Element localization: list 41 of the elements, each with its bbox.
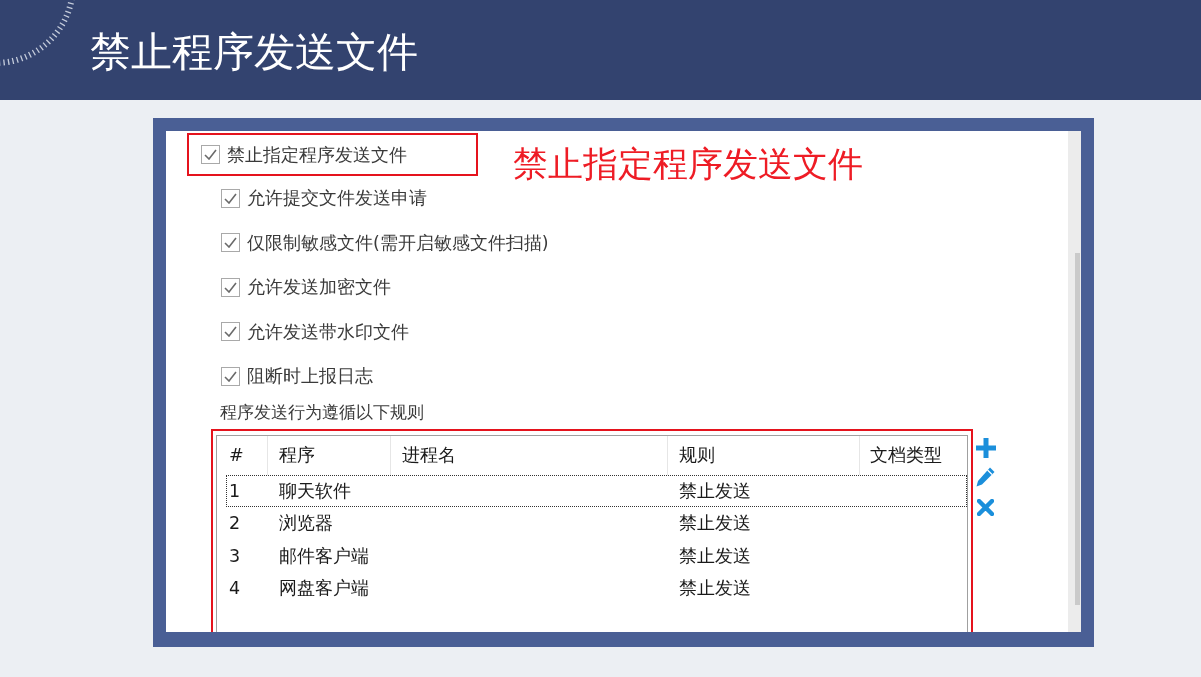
table-cell-text: 禁止发送 [678, 577, 752, 601]
checkbox-label: 允许发送加密文件 [247, 276, 391, 299]
checkbox-label: 允许提交文件发送申请 [247, 187, 427, 210]
checkbox[interactable] [221, 366, 240, 386]
checkbox[interactable] [201, 145, 220, 164]
checkbox-label: 禁止指定程序发送文件 [227, 143, 407, 166]
checkbox[interactable] [221, 233, 240, 253]
checkbox[interactable] [221, 277, 240, 297]
table-row[interactable]: 1 聊天软件 禁止发送 [226, 474, 967, 507]
table-row[interactable]: 3 邮件客户端 禁止发送 [226, 539, 967, 572]
table-cell-text: 禁止发送 [678, 479, 752, 503]
column-header[interactable]: 进程名 [391, 435, 668, 475]
table-cell-text: 2 [228, 512, 242, 536]
checkbox[interactable] [221, 322, 240, 342]
table-cell-text: 邮件客户端 [278, 544, 370, 568]
column-header[interactable]: 规则 [668, 435, 860, 475]
table-cell-text: 禁止发送 [678, 544, 752, 568]
scrollbar[interactable] [1068, 131, 1081, 632]
table-cell-text: 网盘客户端 [278, 577, 370, 601]
table-row[interactable]: 4 网盘客户端 禁止发送 [226, 572, 967, 605]
scrollbar-thumb[interactable] [1075, 253, 1080, 605]
column-header[interactable]: # [217, 435, 268, 475]
section-caption: 程序发送行为遵循以下规则 [220, 401, 424, 423]
table-cell-text: 4 [228, 577, 242, 601]
table-cell-text: 禁止发送 [678, 512, 752, 536]
plus-icon[interactable] [976, 437, 996, 458]
column-header[interactable]: 程序 [268, 435, 391, 475]
cross-icon[interactable] [977, 498, 994, 516]
column-header[interactable]: 文档类型 [860, 435, 967, 475]
table-row[interactable]: 2 浏览器 禁止发送 [226, 507, 967, 540]
checkbox-label: 允许发送带水印文件 [247, 320, 409, 343]
callout-text: 禁止指定程序发送文件 [513, 145, 863, 183]
table-cell-text: 3 [228, 544, 242, 568]
page-title: 禁止程序发送文件 [90, 31, 418, 73]
pencil-icon[interactable] [976, 466, 995, 487]
table-cell-text: 聊天软件 [278, 479, 352, 503]
table-cell-text: 1 [228, 479, 242, 503]
checkbox-label: 仅限制敏感文件(需开启敏感文件扫描) [247, 231, 549, 254]
table-cell-text: 浏览器 [278, 512, 334, 536]
checkbox-label: 阻断时上报日志 [247, 365, 373, 388]
checkbox[interactable] [221, 188, 240, 208]
